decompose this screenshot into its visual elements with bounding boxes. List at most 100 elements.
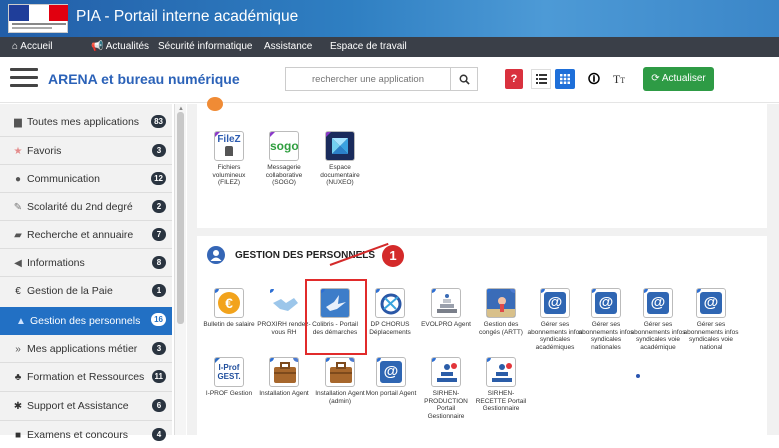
section-icon [207, 97, 223, 111]
sidebar-item-paie[interactable]: € Gestion de la Paie 1 [12, 278, 172, 304]
holiday-icon [487, 289, 515, 317]
sidebar-scrollbar[interactable]: ▲ [174, 104, 186, 435]
app-mon-portail-agent[interactable]: i @ Mon portail Agent [363, 357, 419, 398]
at-icon: @ [647, 292, 669, 314]
text-size-button[interactable]: TT [610, 70, 628, 88]
annotation-marker: 1 [382, 245, 404, 267]
count-badge: 3 [152, 144, 166, 157]
steps-icon [437, 294, 457, 313]
euro-icon: € [218, 292, 240, 314]
refresh-button[interactable]: ⟳ Actualiser [643, 67, 714, 91]
grid-view-button[interactable] [555, 69, 575, 89]
sidebar-item-support[interactable]: ✱ Support et Assistance 6 [12, 393, 172, 419]
sidebar-item-formation[interactable]: ♣ Formation et Ressources 11 [12, 364, 172, 390]
title-bar: PIA - Portail interne académique [0, 0, 779, 37]
sidebar-item-communication[interactable]: ● Communication 12 [12, 166, 172, 192]
count-badge: 16 [151, 313, 166, 326]
app-dp-chorus[interactable]: i DP CHORUS Déplacements [362, 288, 418, 336]
app-nuxeo[interactable]: Espace documentaire (NUXEO) [312, 131, 368, 187]
count-badge: 7 [152, 228, 166, 241]
sidebar-item-gestion-personnels[interactable]: ▲ Gestion des personnels 16 [0, 307, 172, 335]
nav-assistance[interactable]: Assistance [264, 41, 312, 52]
sidebar-item-metier[interactable]: » Mes applications métier 3 [12, 336, 172, 362]
handshake-icon [273, 298, 298, 311]
count-badge: 6 [152, 399, 166, 412]
app-header: ARENA et bureau numérique ? 🛈 TT ⟳ Actua… [0, 57, 779, 103]
info-icon[interactable]: 🛈 [585, 70, 603, 88]
app-abonnements-nationales[interactable]: i @ Gérer ses abonnements infos syndical… [578, 288, 634, 351]
help-button[interactable]: ? [505, 69, 523, 89]
edit-icon: ✎ [13, 201, 23, 213]
app-proxirh[interactable]: i PROXIRH rendez-vous RH [256, 288, 312, 336]
euro-icon: € [15, 285, 21, 297]
app-sirhen-recette[interactable]: i SIRHEN-RECETTE Portail Gestionnaire [473, 357, 529, 413]
briefcase-icon: ■ [14, 429, 22, 441]
sitemap-icon: ♣ [14, 371, 22, 383]
chorus-icon [380, 293, 402, 315]
count-badge: 11 [151, 370, 166, 383]
app-conges-artt[interactable]: i Gestion des congés (ARTT) [473, 288, 529, 336]
sidebar-item-favoris[interactable]: ★ Favoris 3 [12, 138, 172, 164]
grid-icon [560, 74, 570, 84]
sidebar-item-informations[interactable]: ◀ Informations 8 [12, 250, 172, 276]
search-input[interactable] [285, 67, 450, 91]
count-badge: 2 [152, 200, 166, 213]
search-icon [459, 74, 470, 85]
dot-marker [636, 374, 640, 378]
iprof-icon: I-Prof GEST. [217, 363, 241, 381]
page-title: ARENA et bureau numérique [48, 71, 240, 87]
at-icon: @ [380, 361, 402, 383]
star-icon: ★ [13, 145, 23, 157]
sogo-icon: sogo [270, 139, 299, 153]
person-icon: ▲ [16, 315, 26, 327]
count-badge: 8 [152, 256, 166, 269]
sirhen-icon [492, 363, 512, 382]
nav-espace-travail[interactable]: Espace de travail [330, 41, 407, 52]
at-icon: @ [700, 292, 722, 314]
app-sogo[interactable]: sogo Messagerie collaborative (SOGO) [256, 131, 312, 187]
gear-icon: ✱ [13, 400, 23, 412]
list-icon [535, 74, 547, 84]
app-installation-agent-admin[interactable]: i Installation Agent (admin) [312, 357, 368, 405]
app-bulletin-salaire[interactable]: i € Bulletin de salaire [201, 288, 257, 329]
nav-securite[interactable]: Sécurité informatique [158, 41, 253, 52]
app-abonnements-academiques[interactable]: i @ Gérer ses abonnements infos syndical… [527, 288, 583, 351]
sirhen-icon [437, 363, 457, 382]
count-badge: 1 [152, 284, 166, 297]
megaphone-icon: ◀ [14, 257, 22, 269]
chevron-icon: » [15, 343, 21, 355]
sidebar-item-toutes[interactable]: ▆ Toutes mes applications 83 [12, 109, 172, 135]
nav-bar: ⌂ Accueil 📢 Actualités Sécurité informat… [0, 37, 779, 57]
app-evolpro[interactable]: i EVOLPRO Agent [418, 288, 474, 329]
app-iprof-gestion[interactable]: I-Prof GEST. I-PROF Gestion [201, 357, 257, 398]
at-icon: @ [544, 292, 566, 314]
hamburger-menu-icon[interactable] [10, 68, 38, 90]
person-icon [207, 246, 225, 264]
app-installation-agent[interactable]: i Installation Agent [256, 357, 312, 398]
app-title: PIA - Portail interne académique [76, 8, 299, 25]
app-filez[interactable]: FileZ Fichiers volumineux (FILEZ) [201, 131, 257, 187]
book-icon: ▰ [14, 229, 22, 241]
nav-actualites[interactable]: 📢 Actualités [91, 41, 149, 52]
list-view-button[interactable] [531, 69, 551, 89]
count-badge: 12 [151, 172, 166, 185]
annotation-highlight-box [305, 279, 367, 355]
sidebar-item-scolarite[interactable]: ✎ Scolarité du 2nd degré 2 [12, 194, 172, 220]
briefcase-icon [330, 362, 352, 383]
app-abonnements-voie-national[interactable]: i @ Gérer ses abonnements infos syndical… [683, 288, 739, 351]
at-icon: @ [595, 292, 617, 314]
home-icon: ⌂ [12, 41, 19, 52]
count-badge: 3 [152, 342, 166, 355]
sidebar-item-examens[interactable]: ■ Examens et concours 4 [12, 422, 172, 448]
scrollbar-thumb[interactable] [177, 112, 184, 324]
app-abonnements-voie-academique[interactable]: i @ Gérer ses abonnements infos syndical… [630, 288, 686, 351]
republique-francaise-logo [8, 4, 68, 33]
folder-icon: ▆ [14, 116, 22, 128]
refresh-icon: ⟳ [651, 73, 660, 84]
megaphone-icon: 📢 [91, 41, 104, 52]
nav-accueil[interactable]: ⌂ Accueil [12, 41, 53, 52]
sidebar-item-recherche[interactable]: ▰ Recherche et annuaire 7 [12, 222, 172, 248]
briefcase-icon [274, 362, 296, 383]
app-sirhen-production[interactable]: i SIRHEN-PRODUCTION Portail Gestionnaire [418, 357, 474, 420]
search-button[interactable] [450, 67, 478, 91]
